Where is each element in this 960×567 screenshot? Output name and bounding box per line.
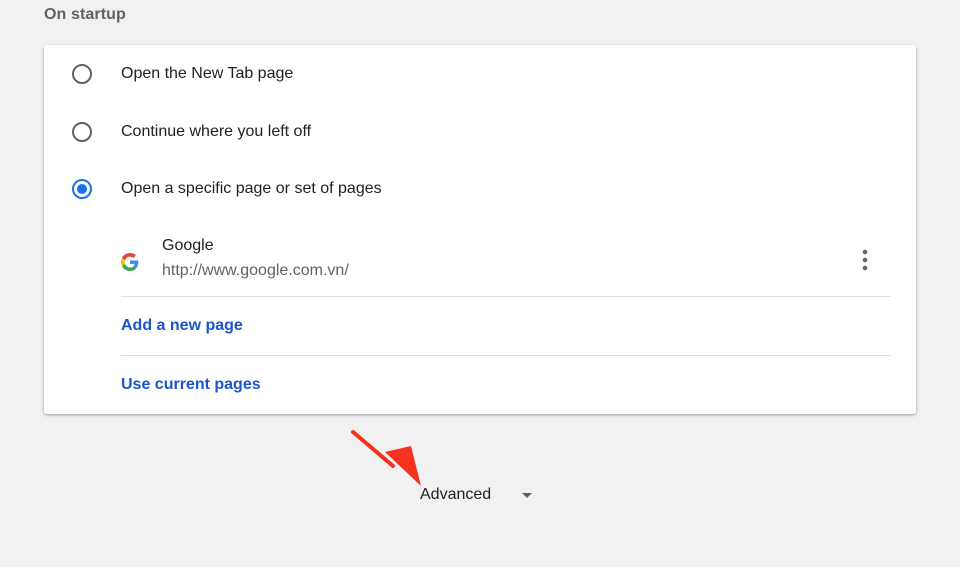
divider bbox=[121, 296, 891, 297]
startup-page-entry: Google http://www.google.com.vn/ bbox=[121, 231, 891, 297]
more-vert-icon bbox=[862, 249, 868, 271]
more-actions-button[interactable] bbox=[851, 245, 879, 275]
startup-card: Open the New Tab page Continue where you… bbox=[44, 45, 916, 414]
annotation-arrow-icon bbox=[351, 430, 421, 486]
radio-option-new-tab[interactable]: Open the New Tab page bbox=[44, 54, 916, 94]
advanced-label: Advanced bbox=[420, 486, 492, 503]
google-g-icon bbox=[121, 253, 139, 271]
radio-button-unchecked[interactable] bbox=[72, 64, 92, 84]
radio-option-specific-pages[interactable]: Open a specific page or set of pages bbox=[44, 169, 916, 209]
advanced-button[interactable]: Advanced bbox=[420, 486, 491, 504]
radio-label: Open the New Tab page bbox=[121, 65, 294, 82]
radio-button-unchecked[interactable] bbox=[72, 122, 92, 142]
divider bbox=[121, 355, 891, 356]
radio-button-checked[interactable] bbox=[72, 179, 92, 199]
radio-label: Continue where you left off bbox=[121, 123, 312, 140]
startup-page-name: Google bbox=[162, 237, 214, 254]
add-new-page-link[interactable]: Add a new page bbox=[121, 317, 243, 335]
settings-page: On startup Open the New Tab page Continu… bbox=[0, 0, 960, 567]
radio-option-continue[interactable]: Continue where you left off bbox=[44, 112, 916, 152]
caret-down-icon[interactable] bbox=[522, 493, 532, 498]
startup-page-url: http://www.google.com.vn/ bbox=[162, 262, 349, 279]
section-title: On startup bbox=[44, 6, 126, 23]
use-current-pages-link[interactable]: Use current pages bbox=[121, 376, 261, 394]
radio-label: Open a specific page or set of pages bbox=[121, 180, 382, 197]
